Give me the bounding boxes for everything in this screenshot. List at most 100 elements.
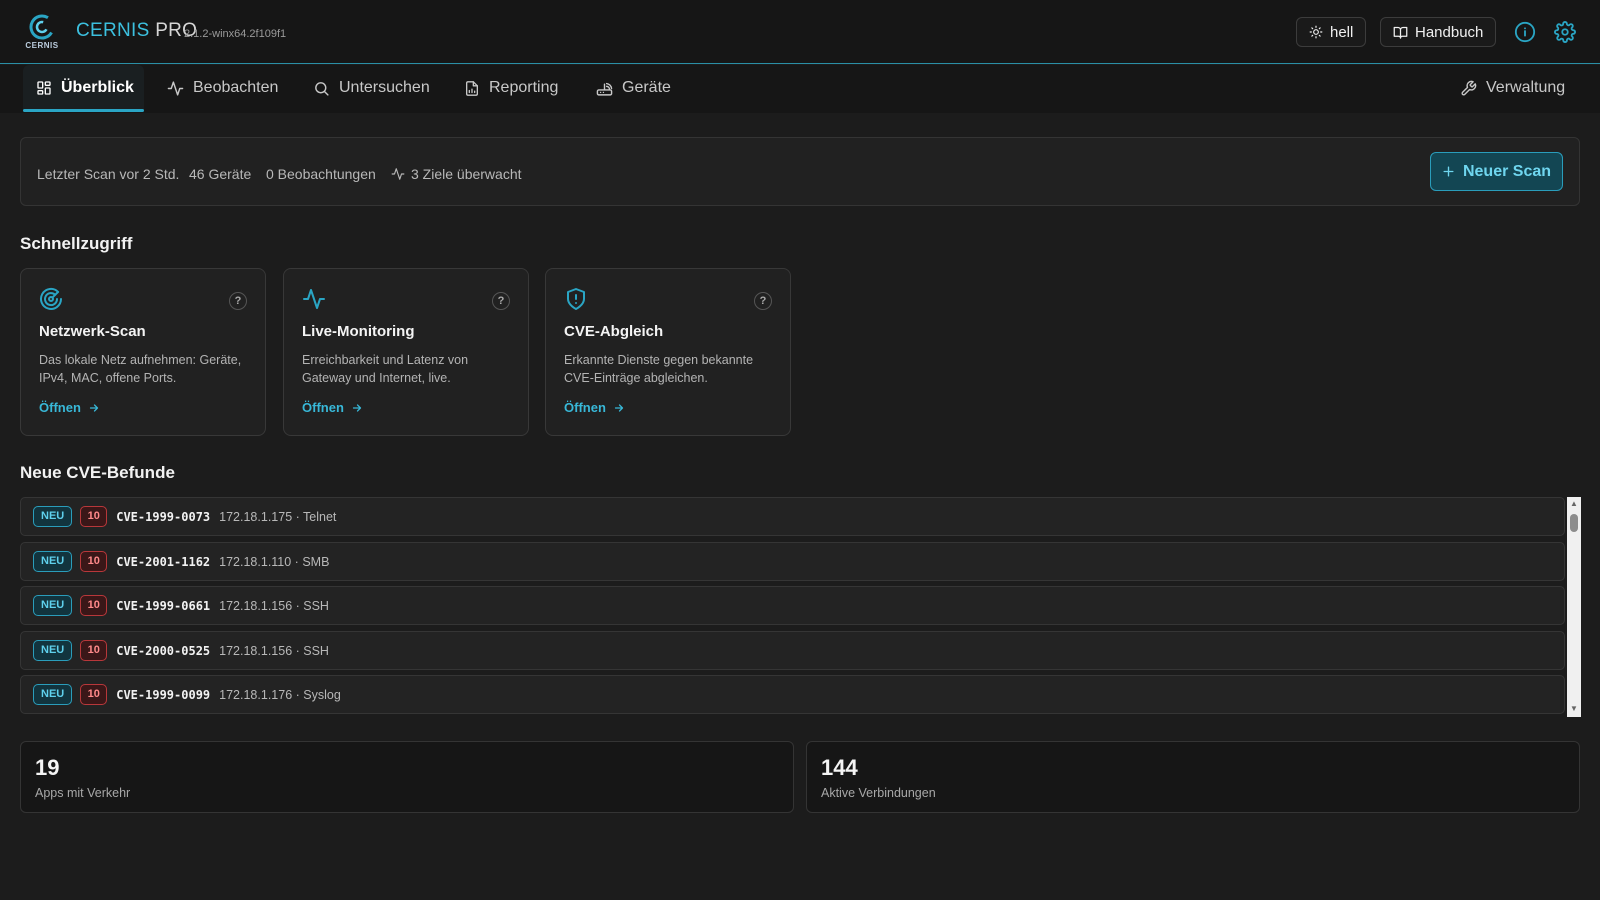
radar-icon [40,287,62,310]
new-scan-button[interactable]: Neuer Scan [1430,152,1563,191]
tab-overview[interactable]: Überblick [36,65,134,111]
cve-id: CVE-1999-0099 [116,687,211,702]
severity-score-badge: 10 [80,506,108,527]
active-tab-indicator [23,109,144,112]
card-cve-check[interactable]: ? CVE-Abgleich Erkannte Dienste gegen be… [545,268,791,436]
app-header: CERNIS CERNIS PRO 2.1.2-winx64.2f109f1 h… [0,0,1600,64]
wrench-icon [1461,80,1477,96]
card-open-label: Öffnen [564,400,606,415]
cve-row[interactable]: NEU 10 CVE-1999-0099 172.18.1.176 · Sysl… [20,675,1565,714]
shield-alert-icon [567,288,585,310]
cve-findings-title: Neue CVE-Befunde [20,463,175,482]
monitored-targets-label: 3 Ziele überwacht [411,166,522,182]
observation-count: 0 Beobachtungen [266,166,376,182]
scroll-down-icon[interactable]: ▼ [1569,704,1579,714]
cve-row[interactable]: NEU 10 CVE-1999-0073 172.18.1.175 · Teln… [20,497,1565,536]
help-icon[interactable]: ? [754,292,772,310]
tab-admin-label: Verwaltung [1486,79,1566,96]
card-title: CVE-Abgleich [564,323,664,340]
stat-value: 144 [821,755,858,780]
card-open-label: Öffnen [302,400,344,415]
cve-row[interactable]: NEU 10 CVE-2001-1162 172.18.1.110 · SMB [20,542,1565,581]
stat-apps-with-traffic: 19 Apps mit Verkehr [20,741,794,813]
card-live-monitoring[interactable]: ? Live-Monitoring Erreichbarkeit und Lat… [283,268,529,436]
new-badge: NEU [33,506,73,527]
cve-host-service: 172.18.1.110 · SMB [219,554,330,569]
stat-active-connections: 144 Aktive Verbindungen [806,741,1580,813]
cve-row[interactable]: NEU 10 CVE-1999-0661 172.18.1.156 · SSH [20,586,1565,625]
new-badge: NEU [33,684,73,705]
cve-id: CVE-1999-0661 [116,598,211,613]
card-description: Das lokale Netz aufnehmen: Geräte, IPv4,… [39,353,242,385]
sun-icon [1309,25,1323,39]
device-count: 46 Geräte [189,166,252,182]
tab-observe-label: Beobachten [193,79,279,96]
activity-icon [303,289,325,309]
card-open-link[interactable]: Öffnen [39,400,100,415]
cve-host-service: 172.18.1.176 · Syslog [219,687,341,702]
card-title: Netzwerk-Scan [39,323,146,340]
gear-icon[interactable] [1554,21,1576,43]
card-open-link[interactable]: Öffnen [564,400,625,415]
arrow-right-icon [89,403,99,412]
cve-id: CVE-2000-0525 [116,643,211,658]
info-icon[interactable] [1514,21,1536,43]
last-scan-text: Letzter Scan vor 2 Std. [37,166,180,182]
scan-status-bar: Letzter Scan vor 2 Std. 46 Geräte 0 Beob… [20,137,1580,206]
book-open-icon [1393,26,1408,39]
theme-toggle-label: hell [1330,23,1354,41]
severity-score-badge: 10 [80,595,108,616]
scroll-up-icon[interactable]: ▲ [1569,499,1579,509]
tab-reporting[interactable]: Reporting [464,65,558,111]
severity-score-badge: 10 [80,551,108,572]
monitored-targets: 3 Ziele überwacht [391,166,522,182]
cve-host-service: 172.18.1.156 · SSH [219,598,329,613]
new-badge: NEU [33,551,73,572]
card-description: Erkannte Dienste gegen bekannte CVE-Eint… [564,353,754,385]
app-title: CERNIS PRO [76,20,197,42]
card-network-scan[interactable]: ? Netzwerk-Scan Das lokale Netz aufnehme… [20,268,266,436]
search-icon [315,81,329,96]
cve-host-service: 172.18.1.175 · Telnet [219,509,337,524]
stat-label: Aktive Verbindungen [821,786,936,800]
quick-access-title: Schnellzugriff [20,234,133,253]
cve-row[interactable]: NEU 10 CVE-2000-0525 172.18.1.156 · SSH [20,631,1565,670]
card-description: Erreichbarkeit und Latenz von Gateway un… [302,353,469,385]
cve-id: CVE-1999-0073 [116,509,211,524]
stat-value: 19 [35,755,60,780]
manual-label: Handbuch [1415,23,1484,41]
severity-score-badge: 10 [80,684,108,705]
new-scan-label: Neuer Scan [1462,162,1552,180]
arrow-right-icon [352,403,362,412]
plus-icon [1443,166,1454,177]
tab-reporting-label: Reporting [489,79,559,96]
logo-mark-icon [29,14,55,40]
arrow-right-icon [614,403,624,412]
help-icon[interactable]: ? [229,292,247,310]
cve-id: CVE-2001-1162 [116,554,211,569]
tab-investigate[interactable]: Untersuchen [313,65,430,111]
cve-findings-list: NEU 10 CVE-1999-0073 172.18.1.175 · Teln… [20,497,1565,717]
card-title: Live-Monitoring [302,323,415,340]
manual-button[interactable]: Handbuch [1380,17,1497,47]
scrollbar-thumb[interactable] [1570,514,1578,532]
activity-icon [167,80,184,96]
cernis-logo: CERNIS [24,14,60,50]
logo-text: CERNIS [25,41,59,50]
theme-toggle-button[interactable]: hell [1296,17,1367,47]
card-open-label: Öffnen [39,400,81,415]
tab-overview-label: Überblick [61,79,134,96]
new-badge: NEU [33,640,73,661]
card-open-link[interactable]: Öffnen [302,400,363,415]
activity-icon [391,168,405,180]
tab-admin[interactable]: Verwaltung [1460,65,1565,111]
file-chart-icon [466,80,478,96]
tab-devices-label: Geräte [622,79,671,96]
tab-investigate-label: Untersuchen [339,79,430,96]
tab-observe[interactable]: Beobachten [167,65,278,111]
cve-list-scrollbar[interactable]: ▲ ▼ [1567,497,1581,717]
new-badge: NEU [33,595,73,616]
tab-devices[interactable]: Geräte [596,65,671,111]
help-icon[interactable]: ? [492,292,510,310]
router-icon [596,82,613,96]
